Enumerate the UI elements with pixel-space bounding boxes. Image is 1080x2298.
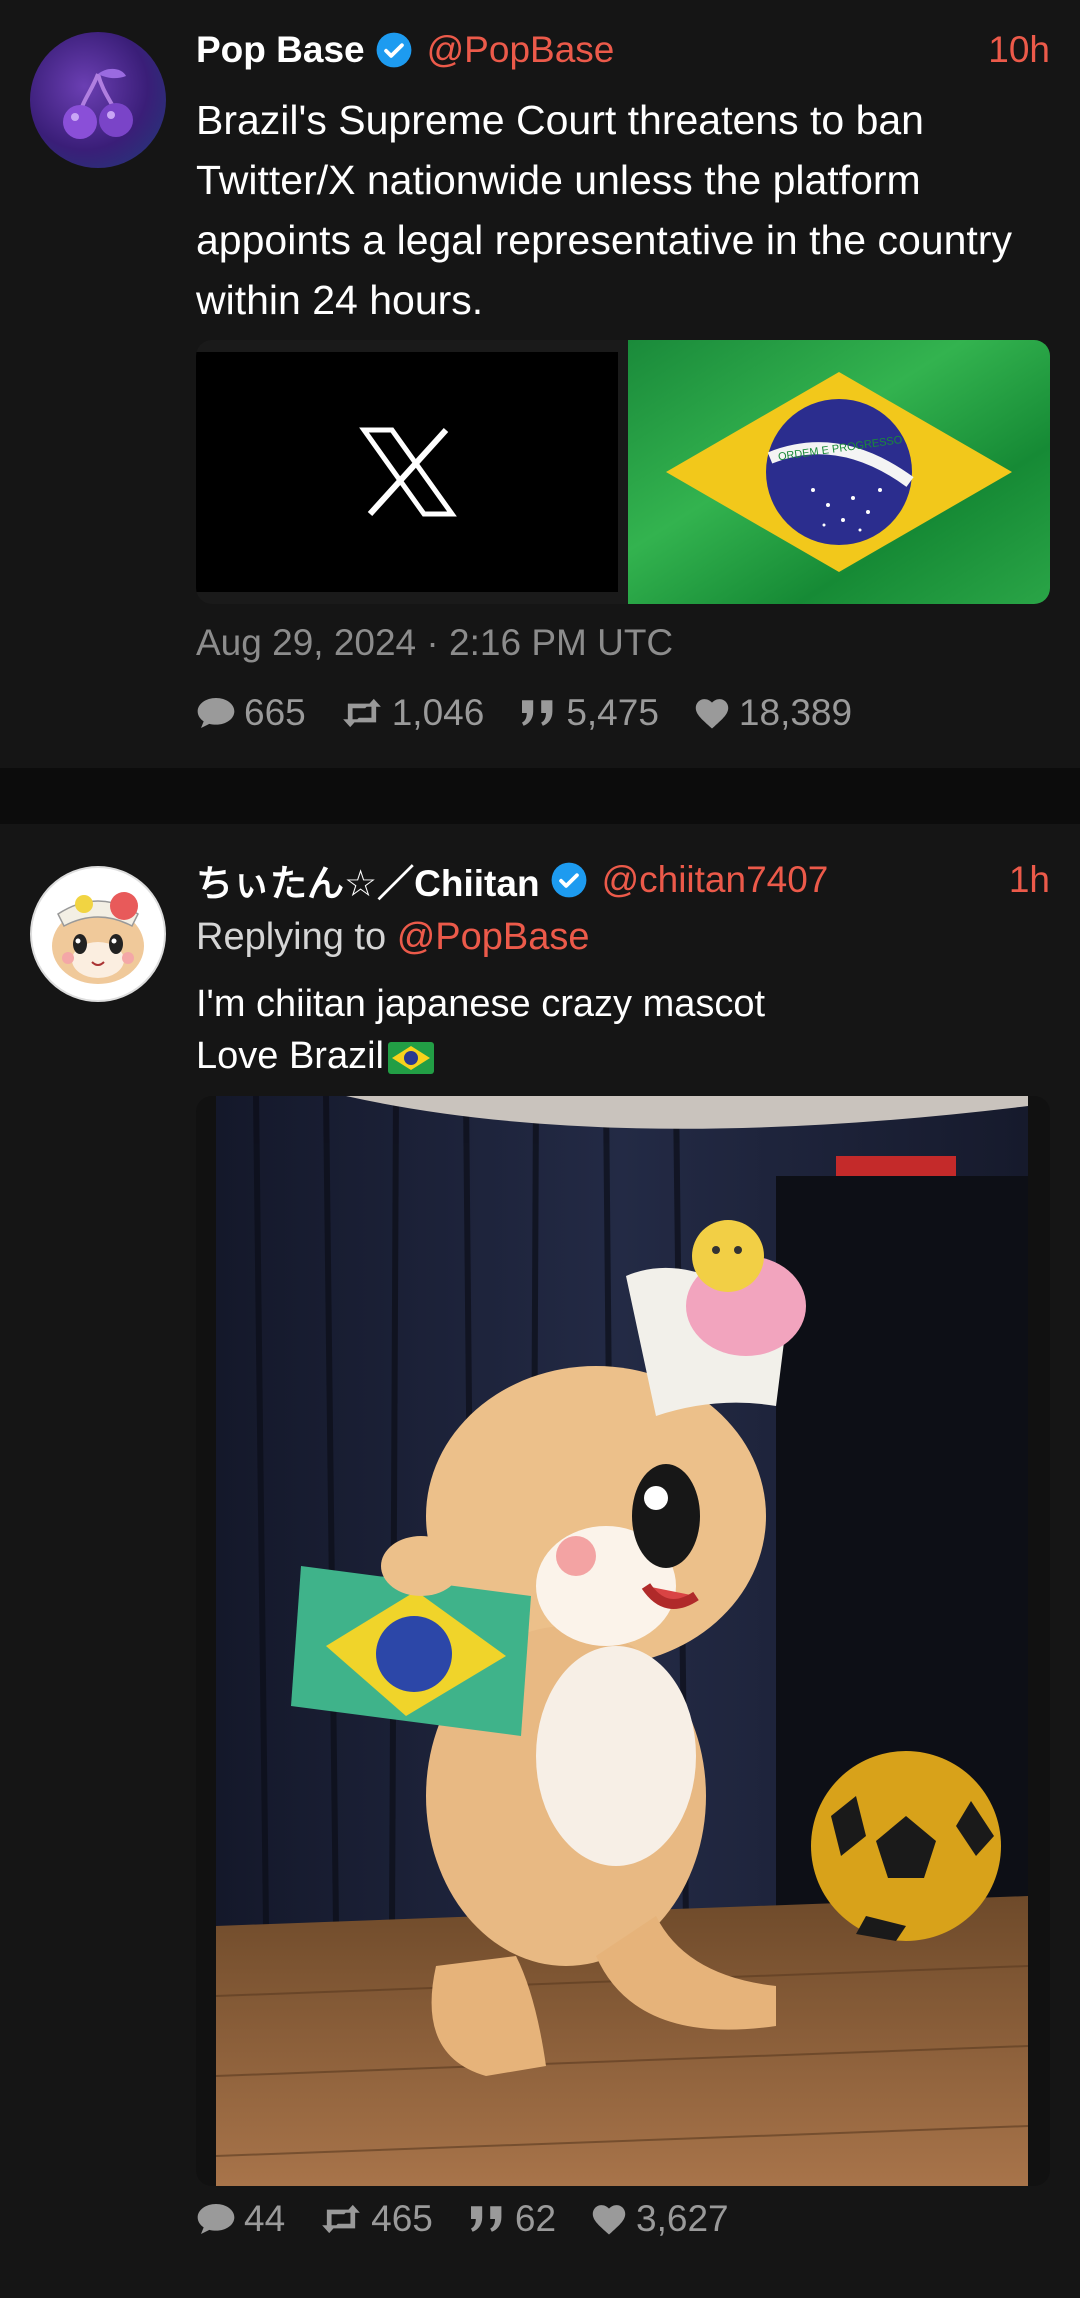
like-button[interactable]: 18,389 [693, 692, 852, 734]
like-button[interactable]: 3,627 [590, 2198, 729, 2240]
tweet-time[interactable]: 10h [988, 29, 1050, 71]
tweet-header: Pop Base @PopBase 10h [196, 24, 1050, 76]
replying-label: Replying to [196, 916, 387, 958]
tweet-text: I'm chiitan japanese crazy mascot Love B… [196, 978, 1046, 1082]
reply-button[interactable]: 44 [196, 2198, 285, 2240]
retweet-count: 465 [371, 2198, 433, 2239]
popbase-avatar[interactable] [30, 32, 166, 168]
reply-count: 665 [244, 692, 306, 733]
tweet-text-line1: I'm chiitan japanese crazy mascot [196, 983, 766, 1025]
heart-icon [695, 699, 729, 729]
tweet-header: ちぃたん☆／Chiitan @chiitan7407 1h [196, 854, 1050, 906]
comment-icon [197, 698, 235, 728]
like-count: 3,627 [636, 2198, 729, 2239]
mascot-photo[interactable] [215, 1096, 1029, 2186]
replying-to: Replying to @PopBase [196, 916, 590, 959]
mascot-photo-image [215, 1096, 1029, 2186]
tweet-text-line2: Love Brazil [196, 1030, 1046, 1082]
quote-icon [470, 2206, 502, 2232]
comment-icon [197, 2204, 235, 2234]
cherry-icon [63, 68, 133, 139]
tweet-stats: 44 465 62 3,627 [196, 2198, 763, 2240]
tweet-media[interactable] [196, 1096, 1050, 2186]
quote-icon [522, 700, 553, 726]
author-name[interactable]: Pop Base [196, 29, 365, 71]
chiitan-avatar[interactable] [30, 866, 166, 1002]
tweet-media[interactable]: ORDEM E PROGRESSO [196, 340, 1050, 604]
quote-count: 5,475 [566, 692, 659, 733]
tweet-stats: 665 1,046 5,475 18,389 [196, 692, 886, 734]
retweet-count: 1,046 [391, 692, 485, 733]
retweet-icon [342, 698, 381, 728]
brazil-flag-image[interactable]: ORDEM E PROGRESSO [628, 340, 1050, 604]
heart-icon [592, 2205, 626, 2235]
verified-icon [551, 862, 586, 898]
tweet-text: Brazil's Supreme Court threatens to ban … [196, 97, 1012, 323]
x-logo-image[interactable] [196, 352, 618, 592]
brazil-flag-emoji [387, 1041, 434, 1074]
tweet-separator [0, 768, 1080, 824]
tweet-chiitan[interactable]: ちぃたん☆／Chiitan @chiitan7407 1h Replying t… [0, 824, 1080, 2298]
author-name[interactable]: ちぃたん☆／Chiitan [196, 853, 540, 907]
reply-count: 44 [244, 2198, 286, 2239]
x-logo-icon [359, 427, 457, 517]
like-count: 18,389 [738, 692, 853, 733]
tweet-popbase[interactable]: Pop Base @PopBase 10h Brazil's Supreme C… [0, 0, 1080, 768]
verified-icon [376, 32, 412, 68]
retweet-icon [322, 2204, 361, 2234]
quote-button[interactable]: 62 [467, 2198, 556, 2240]
quote-count: 62 [514, 2198, 557, 2239]
retweet-button[interactable]: 1,046 [340, 692, 485, 734]
author-handle[interactable]: @PopBase [427, 29, 615, 71]
mascot-face-icon [52, 892, 144, 984]
replying-mention[interactable]: @PopBase [397, 916, 590, 958]
tweet-time[interactable]: 1h [1009, 859, 1050, 901]
quote-button[interactable]: 5,475 [518, 692, 659, 734]
reply-button[interactable]: 665 [196, 692, 306, 734]
author-handle[interactable]: @chiitan7407 [602, 859, 829, 901]
tweet-date[interactable]: Aug 29, 2024 · 2:16 PM UTC [196, 622, 673, 664]
retweet-button[interactable]: 465 [319, 2198, 433, 2240]
tweet-text-line2-text: Love Brazil [196, 1035, 384, 1077]
